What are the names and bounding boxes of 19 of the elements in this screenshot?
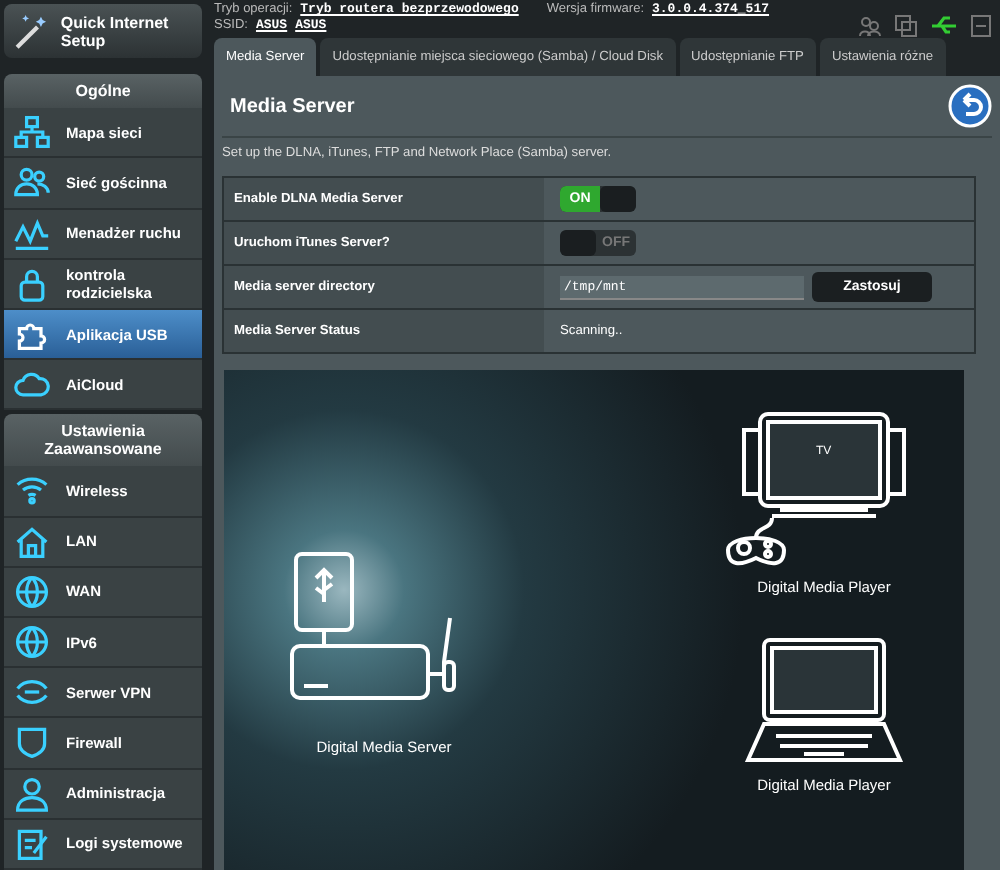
lock-icon — [14, 265, 50, 302]
back-button[interactable] — [948, 84, 992, 128]
chart-icon — [14, 215, 50, 252]
panel-title: Media Server — [230, 95, 355, 117]
usb-icon[interactable] — [930, 14, 958, 38]
network-icon — [14, 114, 50, 151]
user-icon — [14, 775, 50, 812]
globe-icon — [14, 573, 50, 610]
globe-icon — [14, 624, 50, 661]
house-icon — [14, 523, 50, 560]
quick-setup-button[interactable]: Quick Internet Setup — [4, 4, 202, 59]
people-icon — [14, 164, 50, 201]
sidebar-section-header: Ogólne — [4, 74, 202, 109]
clients-icon[interactable] — [858, 14, 882, 38]
wifi-icon — [14, 472, 50, 509]
sidebar-section-header: Ustawienia Zaawansowane — [4, 414, 202, 467]
copy-icon[interactable] — [894, 14, 918, 38]
document-icon — [14, 825, 50, 862]
shield-icon — [14, 724, 50, 761]
